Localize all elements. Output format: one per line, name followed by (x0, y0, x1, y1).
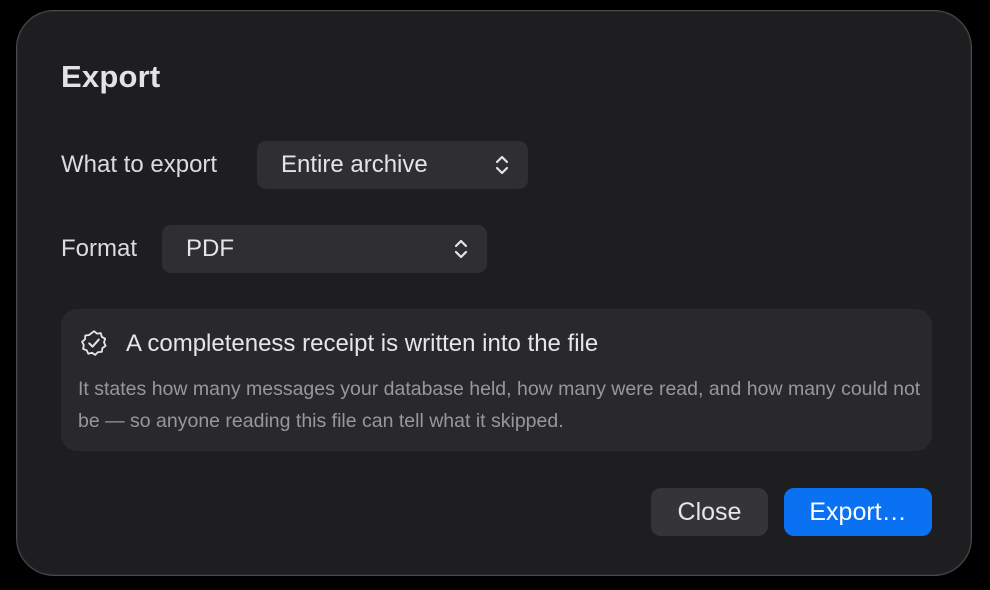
export-dialog: Export What to export Entire archive For… (16, 10, 972, 576)
close-button[interactable]: Close (651, 488, 768, 536)
what-to-export-value: Entire archive (281, 151, 428, 178)
completeness-receipt-notice: A completeness receipt is written into t… (61, 309, 932, 451)
receipt-title: A completeness receipt is written into t… (126, 330, 599, 357)
chevron-up-down-icon (454, 239, 468, 259)
verified-badge-icon (81, 330, 107, 356)
what-to-export-label: What to export (61, 151, 218, 178)
format-value: PDF (186, 235, 234, 262)
receipt-description: It states how many messages your databas… (78, 378, 921, 432)
dialog-title: Export (61, 59, 161, 94)
format-label: Format (61, 235, 138, 262)
export-button[interactable]: Export… (784, 488, 932, 536)
chevron-up-down-icon (495, 155, 509, 175)
what-to-export-select[interactable]: Entire archive (257, 141, 528, 189)
format-select[interactable]: PDF (162, 225, 487, 273)
